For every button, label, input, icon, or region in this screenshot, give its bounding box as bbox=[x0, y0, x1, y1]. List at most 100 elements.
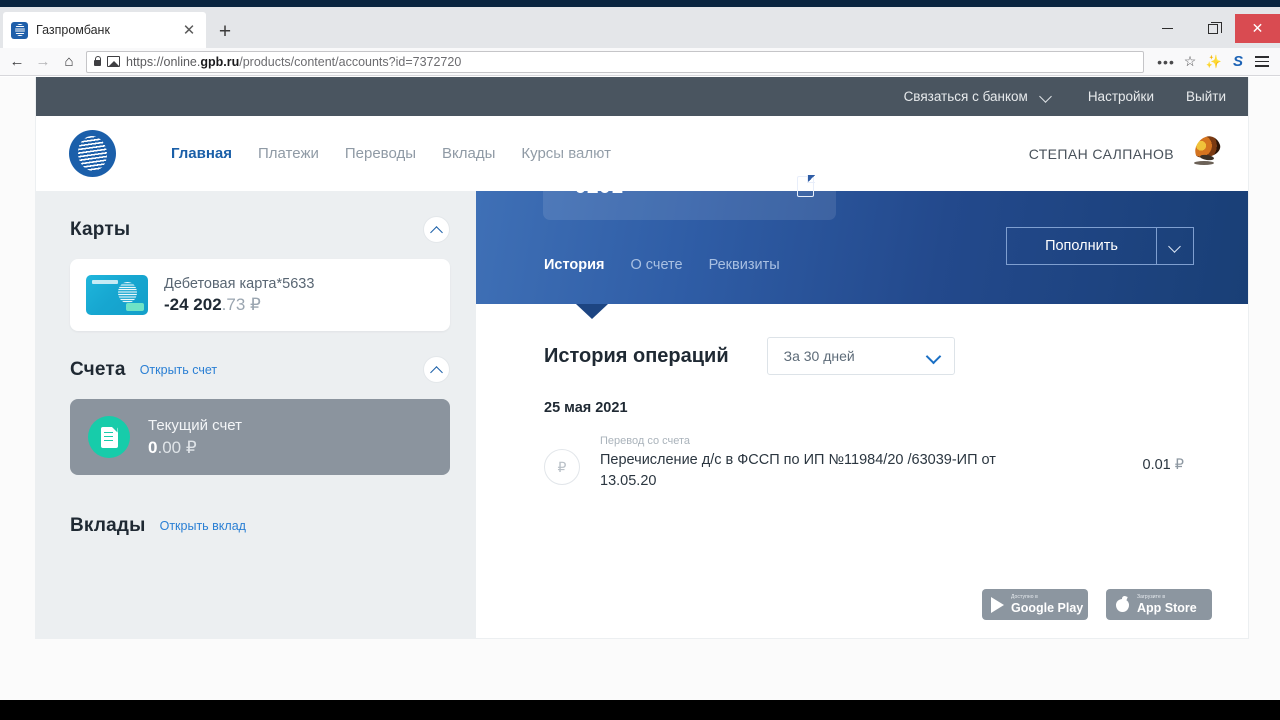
browser-titlebar: Газпромбанк ✕ + ✕ bbox=[0, 0, 1280, 48]
user-name: СТЕПАН САЛПАНОВ bbox=[1028, 145, 1174, 162]
home-icon[interactable]: ⌂ bbox=[56, 50, 82, 74]
topup-button-group: Пополнить bbox=[1006, 227, 1194, 265]
card-balance-dec: .73 bbox=[221, 294, 246, 314]
contact-bank-dropdown[interactable]: Связаться с банком bbox=[904, 89, 1052, 104]
tab-history[interactable]: История bbox=[544, 257, 605, 273]
page-actions-icon[interactable]: ••• bbox=[1154, 50, 1178, 74]
new-tab-button[interactable]: + bbox=[213, 19, 237, 43]
avatar[interactable] bbox=[1188, 134, 1226, 173]
tab-strip: Газпромбанк ✕ + ✕ bbox=[0, 7, 1280, 48]
tab-title: Газпромбанк bbox=[36, 23, 110, 37]
user-area[interactable]: СТЕПАН САЛПАНОВ bbox=[1029, 116, 1226, 191]
collapse-cards-button[interactable] bbox=[423, 216, 450, 243]
nav-item-transfers[interactable]: Переводы bbox=[345, 145, 416, 162]
close-tab-icon[interactable]: ✕ bbox=[180, 21, 198, 39]
settings-link[interactable]: Настройки bbox=[1088, 89, 1154, 104]
operation-type: Перевод со счета bbox=[600, 435, 691, 447]
restore-icon bbox=[1207, 21, 1222, 34]
account-balance-currency: ₽ bbox=[185, 437, 197, 457]
browser-window: Газпромбанк ✕ + ✕ ← → ⌂ https://online.g… bbox=[0, 0, 1280, 720]
page-body: Карты Дебетовая карта*5633 -24 202.73 ₽ bbox=[36, 153, 1248, 638]
minimize-icon bbox=[1162, 28, 1173, 29]
period-select[interactable]: За 30 дней bbox=[766, 337, 955, 375]
app-store-label: App Store bbox=[1137, 600, 1197, 615]
nav-item-deposits[interactable]: Вклады bbox=[442, 145, 495, 162]
operation-amount-currency: ₽ bbox=[1174, 457, 1184, 473]
deposits-section-title: Вклады bbox=[70, 515, 146, 536]
gazprombank-logo-icon[interactable] bbox=[69, 130, 116, 177]
gazprombank-page: Связаться с банком Настройки Выйти Главн… bbox=[36, 77, 1248, 638]
play-icon bbox=[991, 596, 1004, 613]
nav-item-payments[interactable]: Платежи bbox=[258, 145, 319, 162]
cards-section-title: Карты bbox=[70, 219, 131, 240]
page-viewport: Связаться с банком Настройки Выйти Главн… bbox=[0, 77, 1280, 700]
chevron-up-icon bbox=[431, 226, 442, 234]
url-text: https://online.gpb.ru/products/content/a… bbox=[126, 55, 461, 69]
open-account-link[interactable]: Открыть счет bbox=[140, 363, 217, 377]
nav-item-home[interactable]: Главная bbox=[171, 145, 232, 162]
url-path: /products/content/accounts?id=7372720 bbox=[239, 54, 462, 69]
debit-card-image bbox=[86, 275, 148, 315]
card-balance: -24 202.73 ₽ bbox=[164, 295, 314, 315]
active-tab-pointer bbox=[576, 304, 608, 319]
copy-icon[interactable] bbox=[797, 175, 815, 197]
page-info-icon bbox=[107, 56, 120, 67]
chevron-up-icon bbox=[431, 366, 442, 374]
address-bar[interactable]: https://online.gpb.ru/products/content/a… bbox=[86, 50, 1144, 73]
menu-hamburger-icon[interactable] bbox=[1250, 50, 1274, 74]
contact-bank-label: Связаться с банком bbox=[903, 89, 1028, 104]
google-play-badge[interactable]: Доступно в Google Play bbox=[982, 589, 1088, 620]
card-list-item[interactable]: Дебетовая карта*5633 -24 202.73 ₽ bbox=[70, 259, 450, 331]
apple-icon bbox=[1115, 596, 1130, 613]
google-play-small-label: Доступно в bbox=[1011, 593, 1038, 600]
app-store-badges: Доступно в Google Play Загрузите в App S… bbox=[982, 589, 1212, 620]
account-list-item[interactable]: Текущий счет 0.00 ₽ bbox=[70, 399, 450, 475]
close-window-button[interactable]: ✕ bbox=[1235, 14, 1280, 43]
deposits-section-header: Вклады Открыть вклад bbox=[70, 509, 450, 543]
operation-description: Перечисление д/с в ФССП по ИП №11984/20 … bbox=[600, 452, 996, 489]
history-header: История операций За 30 дней bbox=[544, 337, 955, 375]
period-label: За 30 дней bbox=[783, 348, 855, 364]
browser-tab[interactable]: Газпромбанк ✕ bbox=[3, 12, 206, 48]
tab-about-account[interactable]: О счете bbox=[631, 257, 683, 273]
operation-date-group: 25 мая 2021 bbox=[544, 400, 628, 416]
chevron-down-icon bbox=[1169, 242, 1181, 251]
account-number: *0201 bbox=[566, 174, 624, 198]
app-store-badge[interactable]: Загрузите в App Store bbox=[1106, 589, 1212, 620]
account-balance: 0.00 ₽ bbox=[148, 438, 242, 458]
open-deposit-link[interactable]: Открыть вклад bbox=[160, 519, 246, 533]
window-controls: ✕ bbox=[1145, 14, 1280, 43]
utility-bar: Связаться с банком Настройки Выйти bbox=[36, 77, 1248, 116]
google-play-label: Google Play bbox=[1011, 600, 1084, 615]
operation-amount: 0.01 ₽ bbox=[1094, 457, 1185, 473]
skype-extension-icon[interactable]: S bbox=[1226, 50, 1250, 74]
lock-icon bbox=[91, 56, 104, 66]
operation-amount-value: 0.01 bbox=[1142, 457, 1171, 473]
accounts-section-header: Счета Открыть счет bbox=[70, 353, 450, 387]
topup-button[interactable]: Пополнить bbox=[1006, 227, 1156, 265]
account-number-chip[interactable]: *0201 bbox=[543, 153, 836, 220]
account-tabs: История О счете Реквизиты bbox=[544, 257, 780, 273]
back-icon[interactable]: ← bbox=[4, 50, 30, 74]
card-balance-int: -24 202 bbox=[164, 294, 222, 314]
pocket-icon[interactable]: ✨ bbox=[1202, 50, 1226, 74]
tab-requisites[interactable]: Реквизиты bbox=[709, 257, 780, 273]
chevron-down-icon bbox=[1041, 91, 1052, 102]
minimize-button[interactable] bbox=[1145, 14, 1190, 43]
account-detail-panel: *0201 История О счете Реквизиты Пополнит… bbox=[476, 153, 1248, 638]
app-store-small-label: Загрузите в bbox=[1137, 593, 1166, 600]
operation-row[interactable]: ₽ Перевод со счета Перечисление д/с в ФС… bbox=[544, 435, 1184, 492]
maximize-button[interactable] bbox=[1190, 14, 1235, 43]
navbar-actions: ••• ☆ ✨ S bbox=[1150, 50, 1280, 74]
collapse-accounts-button[interactable] bbox=[423, 356, 450, 383]
logout-link[interactable]: Выйти bbox=[1186, 89, 1226, 104]
history-title: История операций bbox=[544, 344, 729, 367]
account-balance-dec: .00 bbox=[157, 437, 182, 457]
url-host: gpb.ru bbox=[200, 54, 240, 69]
forward-icon[interactable]: → bbox=[30, 50, 56, 74]
account-document-icon bbox=[88, 416, 130, 458]
topup-dropdown-button[interactable] bbox=[1156, 227, 1194, 265]
bookmark-star-icon[interactable]: ☆ bbox=[1178, 50, 1202, 74]
accounts-section-title: Счета bbox=[70, 359, 126, 380]
ruble-icon: ₽ bbox=[544, 449, 580, 485]
